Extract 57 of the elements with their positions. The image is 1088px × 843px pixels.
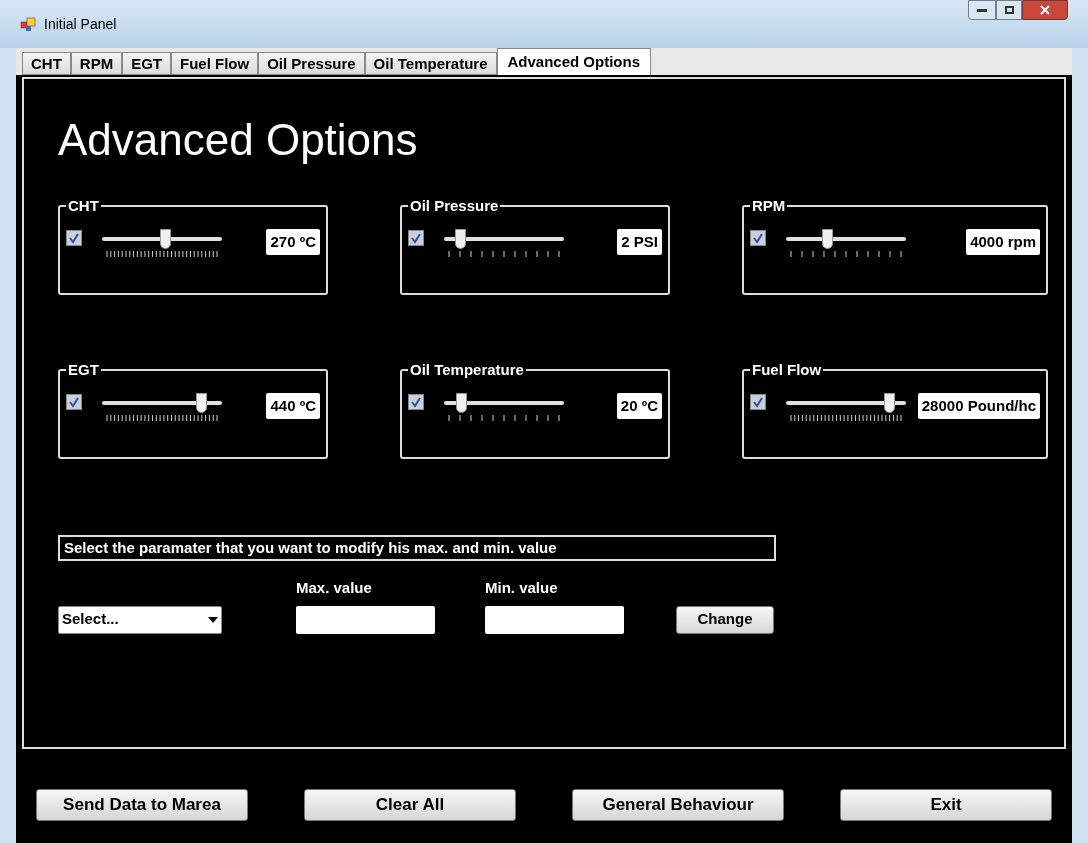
field-label: Max. value <box>296 578 373 598</box>
slider-thumb[interactable] <box>822 229 833 249</box>
instruction-text: Select the paramater that you want to modify his max. and min. value <box>58 535 776 561</box>
checkbox[interactable] <box>66 394 82 410</box>
slider-thumb[interactable] <box>884 393 896 413</box>
app-icon <box>20 16 36 32</box>
check-icon <box>752 396 764 408</box>
field-label: Min. value <box>485 578 559 598</box>
caret-icon <box>208 616 218 623</box>
slider-thumb[interactable] <box>456 393 467 413</box>
parameter-dropdown[interactable]: Select... <box>58 605 222 634</box>
check-icon <box>68 396 80 408</box>
input-field[interactable] <box>296 605 435 634</box>
close-icon <box>1040 5 1050 15</box>
checkbox[interactable] <box>408 230 424 246</box>
tab[interactable]: Fuel Flow <box>171 52 259 75</box>
checkbox[interactable] <box>750 394 766 410</box>
value-field[interactable]: 28000 Pound/hc <box>917 393 1040 419</box>
action-button[interactable]: General Behaviour <box>572 789 784 821</box>
tab[interactable]: Oil Pressure <box>258 52 365 75</box>
input-field[interactable] <box>485 605 624 634</box>
tab[interactable]: Advanced Options <box>496 48 652 75</box>
value-field[interactable]: 440 ºC <box>266 393 320 419</box>
check-icon <box>752 232 764 244</box>
minimize-button[interactable] <box>968 0 996 20</box>
tab[interactable]: EGT <box>122 52 171 75</box>
tab[interactable]: RPM <box>70 52 123 75</box>
tab[interactable]: CHT <box>22 52 71 75</box>
value-field[interactable]: 270 ºC <box>266 229 320 255</box>
action-button[interactable]: Send Data to Marea <box>36 789 248 821</box>
close-button[interactable] <box>1022 0 1068 20</box>
checkbox[interactable] <box>66 230 82 246</box>
check-icon <box>410 232 422 244</box>
tick-marks-icon <box>790 415 902 421</box>
slider-thumb[interactable] <box>159 229 171 249</box>
change-button[interactable]: Change <box>676 605 774 634</box>
value-field[interactable]: 2 PSI <box>617 229 662 255</box>
value-field[interactable]: 4000 rpm <box>966 229 1040 255</box>
value-field[interactable]: 20 ºC <box>616 393 662 419</box>
slider-thumb[interactable] <box>454 229 466 249</box>
tick-marks-icon <box>106 415 218 421</box>
tick-marks-icon <box>448 251 560 257</box>
checkbox[interactable] <box>408 394 424 410</box>
checkbox[interactable] <box>750 230 766 246</box>
action-button[interactable]: Clear All <box>304 789 516 821</box>
tick-marks-icon <box>790 251 902 257</box>
check-icon <box>68 232 80 244</box>
tab[interactable]: Oil Temperature <box>364 52 497 75</box>
tick-marks-icon <box>106 251 218 257</box>
slider-thumb[interactable] <box>195 393 207 413</box>
action-button[interactable]: Exit <box>840 789 1052 821</box>
maximize-button[interactable] <box>996 0 1022 20</box>
group-title: Oil Temperature <box>408 361 526 379</box>
window-title: Initial Panel <box>44 14 117 34</box>
tick-marks-icon <box>448 415 560 421</box>
check-icon <box>410 396 422 408</box>
page-heading: Advanced Options <box>58 114 419 166</box>
